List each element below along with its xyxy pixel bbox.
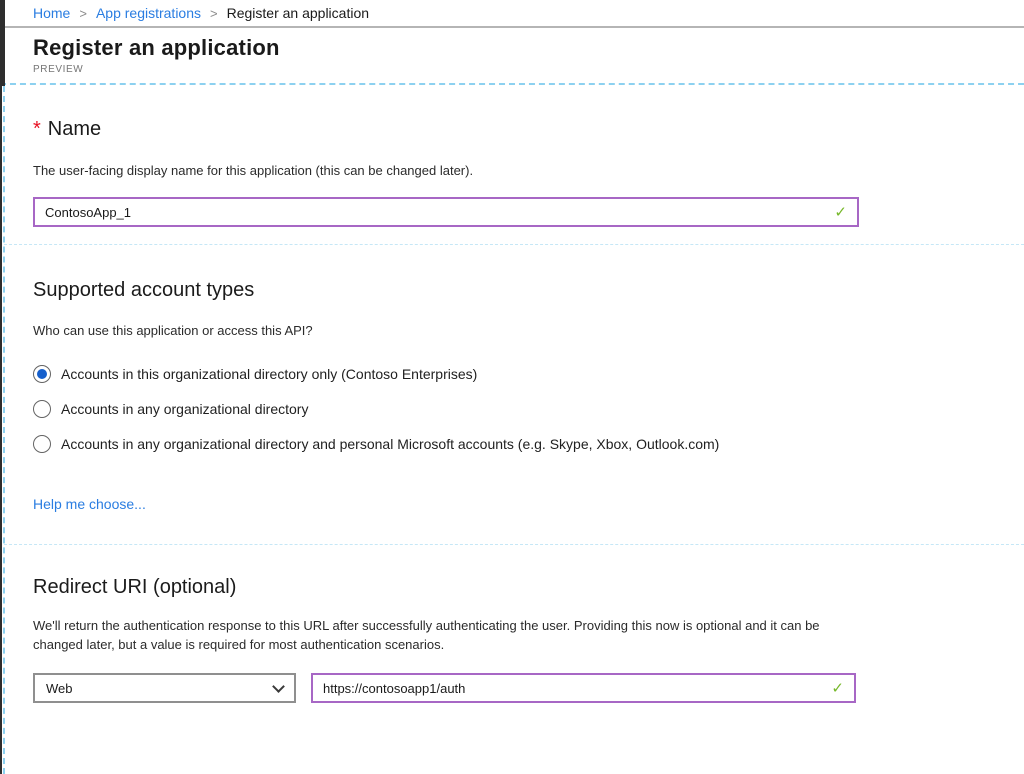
name-section-title-text: Name [48, 118, 101, 140]
breadcrumb-home-link[interactable]: Home [33, 5, 70, 21]
chevron-down-icon [272, 680, 285, 693]
redirect-uri-description: We'll return the authentication response… [33, 616, 838, 654]
form-content: * Name The user-facing display name for t… [0, 118, 1024, 703]
name-section-description: The user-facing display name for this ap… [33, 161, 1024, 180]
breadcrumb: Home > App registrations > Register an a… [0, 0, 1024, 28]
redirect-type-dropdown[interactable]: Web [33, 673, 296, 703]
breadcrumb-separator: > [210, 6, 218, 21]
help-me-choose-link[interactable]: Help me choose... [33, 496, 146, 512]
redirect-uri-section-title: Redirect URI (optional) [33, 576, 1024, 599]
radio-option-label: Accounts in this organizational director… [61, 366, 477, 382]
redirect-uri-input[interactable]: https://contosoapp1/auth ✓ [311, 673, 856, 703]
account-types-section-title: Supported account types [33, 279, 1024, 302]
page-title: Register an application [33, 35, 1024, 61]
region-top-dashed-border [0, 83, 1024, 85]
radio-option-any-directory[interactable]: Accounts in any organizational directory [33, 400, 1024, 418]
account-types-radio-group: Accounts in this organizational director… [33, 365, 1024, 453]
radio-option-any-directory-and-personal[interactable]: Accounts in any organizational directory… [33, 435, 1024, 453]
section-separator [4, 544, 1024, 545]
breadcrumb-separator: > [79, 6, 87, 21]
radio-button-icon [33, 435, 51, 453]
radio-button-icon [33, 400, 51, 418]
radio-option-label: Accounts in any organizational directory… [61, 436, 719, 452]
name-input-value: ContosoApp_1 [45, 205, 131, 220]
radio-button-icon [33, 365, 51, 383]
page-header: Register an application PREVIEW [0, 28, 1024, 83]
redirect-uri-input-value: https://contosoapp1/auth [323, 681, 465, 696]
account-types-description: Who can use this application or access t… [33, 321, 1024, 340]
preview-badge: PREVIEW [33, 64, 1024, 75]
register-application-page: Home > App registrations > Register an a… [0, 0, 1024, 774]
required-marker: * [33, 118, 41, 140]
radio-option-label: Accounts in any organizational directory [61, 401, 308, 417]
radio-option-this-directory-only[interactable]: Accounts in this organizational director… [33, 365, 1024, 383]
redirect-type-selected-value: Web [46, 681, 73, 696]
valid-check-icon: ✓ [834, 203, 847, 221]
section-separator [4, 244, 1024, 245]
left-edge-strip [0, 0, 5, 86]
name-section-title: * Name [33, 118, 1024, 141]
breadcrumb-app-registrations-link[interactable]: App registrations [96, 5, 201, 21]
redirect-uri-controls: Web https://contosoapp1/auth ✓ [33, 673, 1024, 703]
valid-check-icon: ✓ [831, 679, 844, 697]
breadcrumb-current-page: Register an application [227, 5, 369, 21]
name-input[interactable]: ContosoApp_1 ✓ [33, 197, 859, 227]
